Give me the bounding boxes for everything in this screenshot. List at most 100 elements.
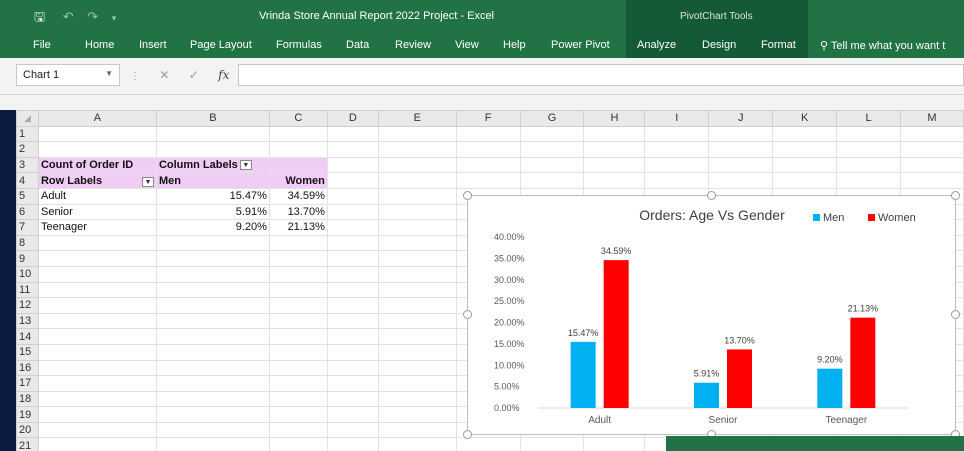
resize-handle-nw[interactable] xyxy=(463,191,472,200)
row-header[interactable]: 12 xyxy=(16,297,39,314)
tab-page-layout[interactable]: Page Layout xyxy=(190,39,252,51)
tab-help[interactable]: Help xyxy=(503,39,526,51)
pivot-row-label[interactable]: Adult xyxy=(37,187,157,205)
chevron-down-icon[interactable]: ▼ xyxy=(105,69,113,78)
row-header[interactable]: 7 xyxy=(16,219,39,236)
row-header[interactable]: 3 xyxy=(16,156,39,174)
pivot-values-header[interactable]: Count of Order ID xyxy=(37,156,157,174)
data-label: 21.13% xyxy=(848,304,879,314)
x-tick-label: Senior xyxy=(709,415,739,426)
pivot-value-women[interactable]: 13.70% xyxy=(268,203,328,221)
chart-svg: Orders: Age Vs Gender Men Women 0.00% 5.00… xyxy=(494,207,916,426)
undo-icon[interactable]: ↶ xyxy=(63,9,74,24)
tab-data[interactable]: Data xyxy=(346,39,369,51)
bar-plot-area[interactable]: 15.47% 34.59% 5.91% 13.70% 9.20% 21.13% xyxy=(568,246,878,408)
row-header[interactable]: 2 xyxy=(16,141,39,158)
chart-title[interactable]: Orders: Age Vs Gender xyxy=(639,207,785,223)
col-header-d[interactable]: D xyxy=(326,110,379,127)
pivot-col-women[interactable]: Women xyxy=(268,172,328,189)
col-header-c[interactable]: C xyxy=(268,110,328,127)
col-header-k[interactable]: K xyxy=(772,110,838,127)
resize-handle-w[interactable] xyxy=(463,310,472,319)
col-header-m[interactable]: M xyxy=(900,110,964,127)
row-header[interactable]: 18 xyxy=(16,390,39,408)
pivot-row-label[interactable]: Senior xyxy=(37,203,157,221)
tell-me-search[interactable]: ⚲ Tell me what you want t xyxy=(820,39,945,52)
resize-handle-n[interactable] xyxy=(707,191,716,200)
enter-icon[interactable]: ✓ xyxy=(189,68,199,82)
pivot-row-labels-cell[interactable]: Row Labels ▼ xyxy=(37,172,157,189)
row-header[interactable]: 17 xyxy=(16,375,39,392)
row-header[interactable]: 8 xyxy=(16,234,39,252)
cancel-icon[interactable]: ✕ xyxy=(159,68,169,82)
tab-file[interactable]: File xyxy=(33,39,51,51)
select-all-corner[interactable]: ◢ xyxy=(16,110,39,127)
row-header[interactable]: 10 xyxy=(16,265,39,283)
tab-power-pivot[interactable]: Power Pivot xyxy=(551,39,610,51)
chart-legend[interactable]: Men Women xyxy=(813,212,916,224)
customize-qat-icon[interactable]: ▾ xyxy=(112,13,117,23)
pivot-value-women[interactable]: 21.13% xyxy=(268,219,328,236)
resize-handle-sw[interactable] xyxy=(463,430,472,439)
resize-handle-e[interactable] xyxy=(951,310,960,319)
row-header[interactable]: 9 xyxy=(16,250,39,267)
col-header-l[interactable]: L xyxy=(836,110,901,127)
formula-input[interactable] xyxy=(238,64,964,86)
ribbon-tabs: File Home Insert Page Layout Formulas Da… xyxy=(0,34,964,58)
bar-women-teenager[interactable] xyxy=(850,317,876,408)
save-icon[interactable]: 🖫 xyxy=(34,9,45,24)
pivot-cell[interactable] xyxy=(268,156,328,174)
data-label: 5.91% xyxy=(694,369,720,379)
col-header-a[interactable]: A xyxy=(37,110,157,127)
tab-format[interactable]: Format xyxy=(761,39,796,51)
bar-men-senior[interactable] xyxy=(694,382,719,408)
y-tick-label: 20.00% xyxy=(494,318,525,328)
col-header-h[interactable]: H xyxy=(583,110,646,127)
pivot-column-labels-cell[interactable]: Column Labels ▼ xyxy=(155,156,270,174)
row-header[interactable]: 14 xyxy=(16,328,39,345)
col-header-j[interactable]: J xyxy=(708,110,774,127)
tab-home[interactable]: Home xyxy=(85,39,114,51)
redo-icon[interactable]: ↷ xyxy=(87,9,98,24)
insert-function-icon[interactable]: fx xyxy=(218,68,229,82)
tab-analyze[interactable]: Analyze xyxy=(637,39,676,51)
tab-review[interactable]: Review xyxy=(395,39,431,51)
row-header[interactable]: 11 xyxy=(16,281,39,299)
row-header[interactable]: 13 xyxy=(16,312,39,330)
row-header[interactable]: 1 xyxy=(16,125,39,143)
tab-formulas[interactable]: Formulas xyxy=(276,39,322,51)
row-header[interactable]: 4 xyxy=(16,172,39,189)
resize-handle-ne[interactable] xyxy=(951,191,960,200)
tab-view[interactable]: View xyxy=(455,39,479,51)
row-header[interactable]: 15 xyxy=(16,343,39,361)
row-header[interactable]: 20 xyxy=(16,421,39,439)
bar-women-senior[interactable] xyxy=(727,349,752,408)
col-header-g[interactable]: G xyxy=(519,110,585,127)
pivot-col-men[interactable]: Men xyxy=(155,172,270,189)
col-header-f[interactable]: F xyxy=(455,110,521,127)
pivot-row-label[interactable]: Teenager xyxy=(37,219,157,236)
name-box[interactable]: Chart 1 ▼ xyxy=(16,64,120,86)
pivot-value-men[interactable]: 15.47% xyxy=(155,187,270,205)
col-header-b[interactable]: B xyxy=(155,110,270,127)
pivot-value-women[interactable]: 34.59% xyxy=(268,187,328,205)
row-header[interactable]: 16 xyxy=(16,359,39,377)
filter-icon[interactable]: ▼ xyxy=(239,160,252,171)
lightbulb-icon: ⚲ xyxy=(820,40,829,52)
bar-women-adult[interactable] xyxy=(603,260,629,408)
col-header-i[interactable]: I xyxy=(644,110,710,127)
pivot-value-men[interactable]: 9.20% xyxy=(155,219,270,236)
col-header-e[interactable]: E xyxy=(377,110,457,127)
pivot-value-men[interactable]: 5.91% xyxy=(155,203,270,221)
title-bar: 🖫 ↶ ↷ ▾ Vrinda Store Annual Report 2022 … xyxy=(0,0,964,34)
tab-design[interactable]: Design xyxy=(702,39,736,51)
tab-insert[interactable]: Insert xyxy=(139,39,167,51)
bar-men-adult[interactable] xyxy=(570,341,596,408)
bar-men-teenager[interactable] xyxy=(817,368,843,408)
row-header[interactable]: 21 xyxy=(16,437,39,451)
row-header[interactable]: 5 xyxy=(16,187,39,205)
pivot-chart[interactable]: Orders: Age Vs Gender Men Women 0.00% 5.00… xyxy=(463,191,960,439)
row-header[interactable]: 19 xyxy=(16,406,39,423)
dropdown-icon[interactable]: ▼ xyxy=(141,176,154,187)
row-header[interactable]: 6 xyxy=(16,203,39,221)
